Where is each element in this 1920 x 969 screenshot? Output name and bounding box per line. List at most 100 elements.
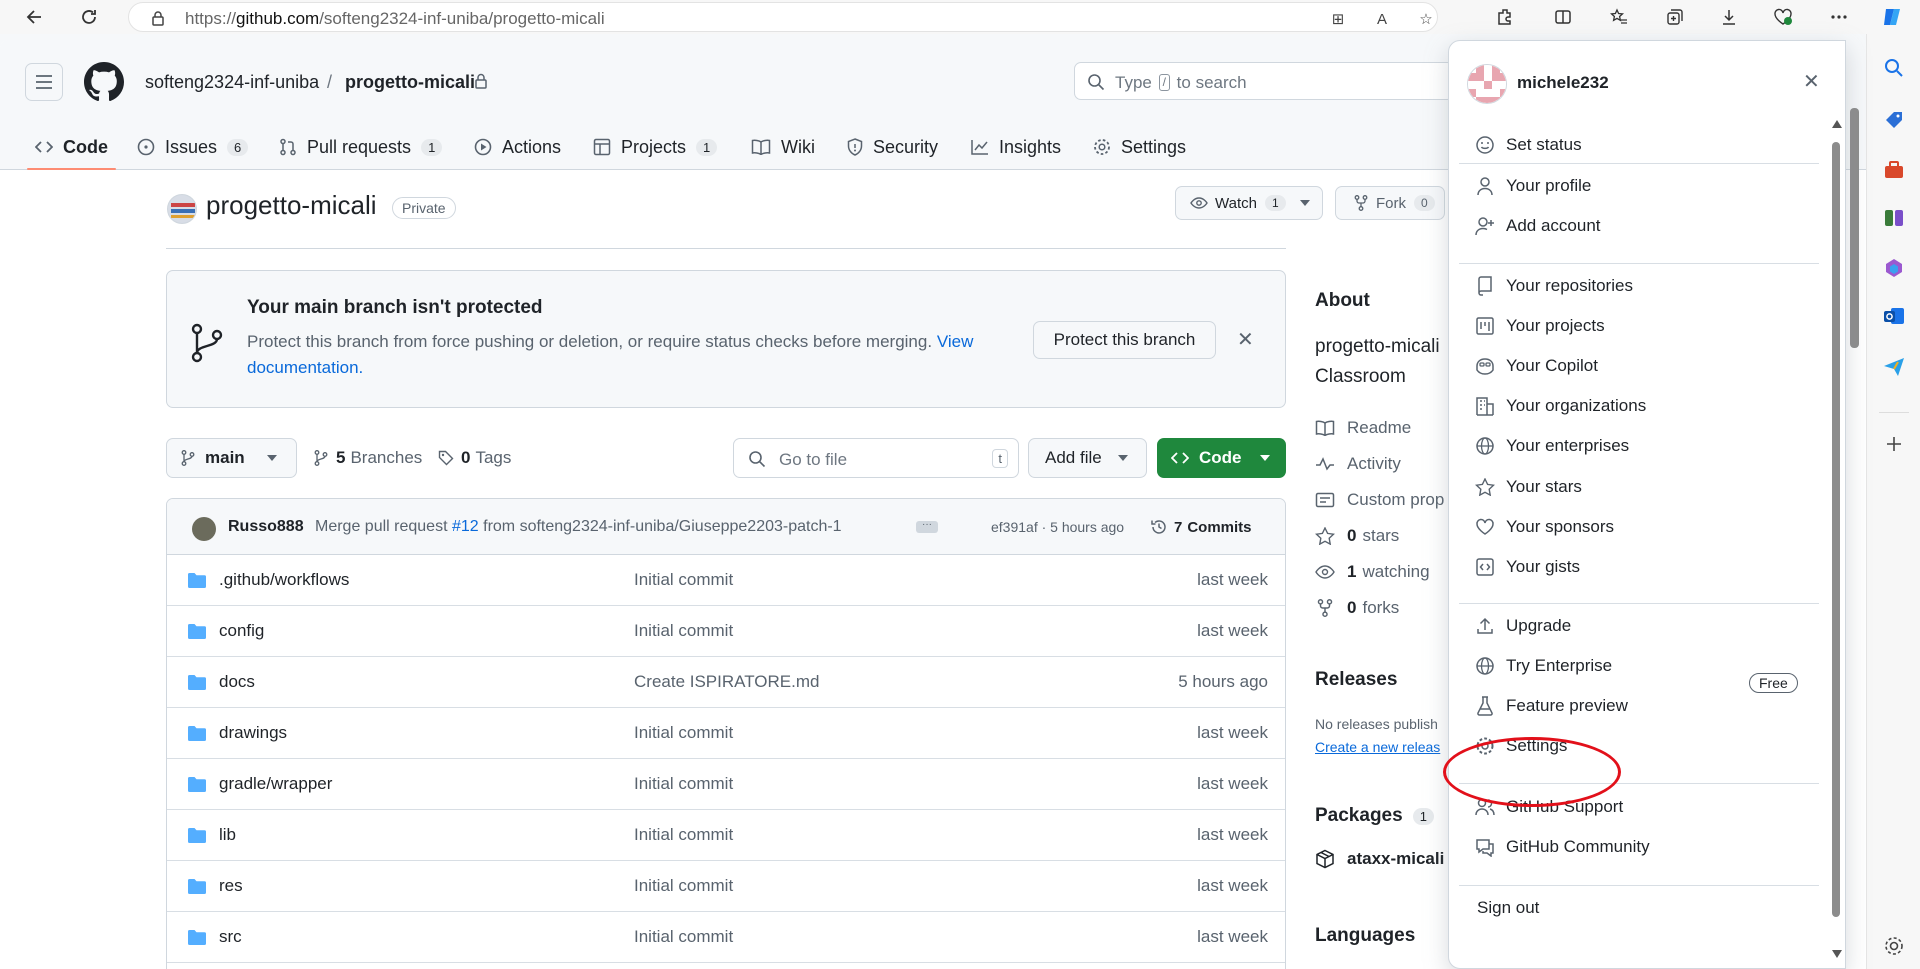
lock-icon[interactable] (151, 10, 165, 26)
branch-select-button[interactable]: main (166, 438, 297, 478)
stars-link[interactable]: 0 stars (1315, 526, 1399, 546)
commit-message[interactable]: Merge pull request #12 from softeng2324-… (315, 518, 842, 536)
browser-essentials-icon[interactable] (1770, 4, 1796, 30)
packages-heading[interactable]: Packages 1 (1315, 805, 1434, 827)
file-commit-message[interactable]: Initial commit (634, 621, 733, 641)
file-name[interactable]: gradle/wrapper (219, 774, 332, 794)
split-screen-icon[interactable] (1550, 4, 1576, 30)
commit-hash-time[interactable]: ef391af · 5 hours ago (991, 519, 1124, 535)
menu-item-add-account[interactable]: Add account (1474, 208, 1814, 244)
watching-link[interactable]: 1 watching (1315, 562, 1430, 582)
file-commit-message[interactable]: Initial commit (634, 723, 733, 743)
menu-item-your-profile[interactable]: Your profile (1474, 168, 1814, 204)
menu-item-your-gists[interactable]: Your gists (1474, 549, 1814, 585)
file-name[interactable]: .github/workflows (219, 570, 349, 590)
activity-link[interactable]: Activity (1315, 454, 1401, 474)
file-commit-message[interactable]: Create ISPIRATORE.md (634, 672, 819, 692)
close-banner-icon[interactable]: ✕ (1237, 327, 1254, 352)
file-commit-message[interactable]: Initial commit (634, 927, 733, 947)
tab-projects[interactable]: Projects 1 (593, 124, 718, 170)
menu-item-feature-preview[interactable]: Feature preview (1474, 688, 1814, 724)
branches-link[interactable]: 5 Branches (314, 448, 422, 468)
menu-item-your-organizations[interactable]: Your organizations (1474, 388, 1814, 424)
table-row[interactable]: .github/workflows Initial commit last week (167, 555, 1285, 606)
github-logo-icon[interactable] (84, 62, 124, 102)
breadcrumb-repo[interactable]: progetto-micali (345, 72, 475, 93)
custom-properties-link[interactable]: Custom prop (1315, 490, 1444, 510)
global-search-input[interactable]: Type / to search (1074, 62, 1454, 100)
favorite-star-icon[interactable]: ☆ (1415, 8, 1437, 30)
forks-link[interactable]: 0 forks (1315, 598, 1399, 618)
tab-wiki[interactable]: Wiki (751, 124, 815, 170)
collections-icon[interactable] (1662, 4, 1688, 30)
tab-pull-requests[interactable]: Pull requests 1 (279, 124, 443, 170)
tab-insights[interactable]: Insights (971, 124, 1061, 170)
tags-link[interactable]: 0 Tags (438, 448, 511, 468)
refresh-icon[interactable] (76, 4, 102, 30)
outlook-icon[interactable] (1882, 304, 1906, 328)
tab-issues[interactable]: Issues 6 (137, 124, 249, 170)
file-name[interactable]: lib (219, 825, 236, 845)
menu-item-upgrade[interactable]: Upgrade (1474, 608, 1814, 644)
commit-author[interactable]: Russo888 (228, 518, 304, 536)
table-row[interactable]: src Initial commit last week (167, 912, 1285, 963)
releases-heading[interactable]: Releases (1315, 669, 1397, 691)
go-to-file-input[interactable]: Go to file t (733, 438, 1019, 478)
watch-button[interactable]: Watch 1 (1175, 186, 1323, 220)
read-aloud-icon[interactable]: A (1371, 8, 1393, 30)
commits-history-link[interactable]: 7 Commits (1150, 518, 1252, 536)
tab-security[interactable]: Security (847, 124, 938, 170)
file-name[interactable]: drawings (219, 723, 287, 743)
menu-scrollbar[interactable] (1832, 142, 1840, 917)
ellipsis-icon[interactable]: ··· (916, 520, 938, 533)
menu-item-your-repositories[interactable]: Your repositories (1474, 268, 1814, 304)
table-row[interactable]: res Initial commit last week (167, 861, 1285, 912)
scroll-down-arrow-icon[interactable] (1832, 950, 1842, 958)
add-icon[interactable] (1882, 432, 1906, 456)
menu-item-your-copilot[interactable]: Your Copilot (1474, 348, 1814, 384)
menu-item-github-community[interactable]: GitHub Community (1474, 829, 1814, 865)
fork-button[interactable]: Fork 0 (1335, 186, 1445, 220)
repo-owner-avatar[interactable] (167, 194, 197, 224)
tab-settings[interactable]: Settings (1093, 124, 1186, 170)
file-commit-message[interactable]: Initial commit (634, 774, 733, 794)
file-commit-message[interactable]: Initial commit (634, 570, 733, 590)
code-button[interactable]: Code (1157, 438, 1286, 478)
file-name[interactable]: src (219, 927, 242, 947)
file-name[interactable]: res (219, 876, 243, 896)
download-icon[interactable] (1716, 4, 1742, 30)
menu-item-sign-out[interactable]: Sign out (1477, 890, 1817, 926)
microsoft-365-icon[interactable] (1882, 256, 1906, 280)
page-scrollbar[interactable] (1850, 108, 1859, 348)
games-icon[interactable] (1882, 206, 1906, 230)
repo-title[interactable]: progetto-micali (206, 190, 377, 221)
readme-link[interactable]: Readme (1315, 418, 1411, 438)
table-row[interactable]: gradle/wrapper Initial commit last week (167, 759, 1285, 810)
package-link[interactable]: ataxx-micali (1315, 849, 1444, 869)
sidebar-settings-icon[interactable] (1882, 934, 1906, 958)
table-row[interactable]: config Initial commit last week (167, 606, 1285, 657)
favorites-icon[interactable] (1606, 4, 1632, 30)
table-row[interactable]: docs Create ISPIRATORE.md 5 hours ago (167, 657, 1285, 708)
menu-item-your-sponsors[interactable]: Your sponsors (1474, 509, 1814, 545)
address-bar[interactable]: https://github.com/softeng2324-inf-uniba… (128, 2, 1438, 32)
avatar[interactable] (1467, 64, 1507, 104)
add-file-button[interactable]: Add file (1028, 438, 1147, 478)
close-menu-icon[interactable]: ✕ (1803, 69, 1820, 94)
table-row[interactable]: lib Initial commit last week (167, 810, 1285, 861)
menu-item-your-stars[interactable]: Your stars (1474, 469, 1814, 505)
table-row[interactable]: drawings Initial commit last week (167, 708, 1285, 759)
file-commit-message[interactable]: Initial commit (634, 876, 733, 896)
copilot-browser-icon[interactable] (1879, 4, 1905, 30)
breadcrumb-owner[interactable]: softeng2324-inf-uniba (145, 72, 319, 93)
address-url[interactable]: https://github.com/softeng2324-inf-uniba… (185, 9, 605, 29)
back-arrow-icon[interactable] (22, 4, 48, 30)
drop-send-icon[interactable] (1882, 354, 1906, 378)
app-available-icon[interactable]: ⊞ (1327, 8, 1349, 30)
menu-item-your-enterprises[interactable]: Your enterprises (1474, 428, 1814, 464)
shopping-tag-icon[interactable] (1882, 108, 1906, 132)
protect-branch-button[interactable]: Protect this branch (1033, 321, 1216, 359)
search-icon[interactable] (1882, 56, 1906, 80)
file-commit-message[interactable]: Initial commit (634, 825, 733, 845)
file-name[interactable]: config (219, 621, 264, 641)
